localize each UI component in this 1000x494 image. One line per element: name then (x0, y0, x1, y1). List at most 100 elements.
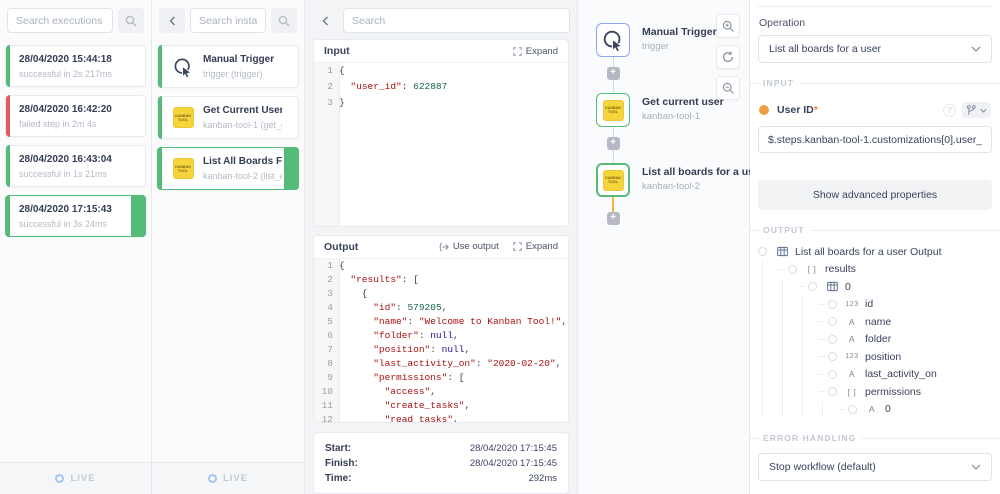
output-tree-node[interactable]: 123 position (758, 348, 1000, 366)
selected-indicator (131, 195, 146, 237)
execution-timestamp: 28/04/2020 17:15:43 (19, 204, 127, 215)
required-field-dot-icon (759, 105, 769, 115)
user-id-input[interactable] (758, 126, 992, 153)
line-number: 1 (314, 63, 339, 79)
tree-node-radio[interactable] (758, 247, 767, 256)
expand-output-button[interactable]: Expand (513, 241, 558, 252)
execution-card[interactable]: 28/04/2020 15:44:18 successful in 2s 217… (5, 45, 146, 87)
node-subtitle: trigger (642, 41, 752, 52)
string-type-icon: A (849, 369, 855, 379)
tree-node-radio[interactable] (848, 405, 857, 414)
tree-node-label: permissions (865, 386, 921, 398)
execution-card[interactable]: 28/04/2020 17:15:43 successful in 3s 24m… (5, 195, 146, 237)
node-subtitle: kanban-tool-1 (642, 111, 752, 122)
tree-node-radio[interactable] (828, 370, 837, 379)
use-output-button[interactable]: Use output (438, 241, 499, 252)
output-code-editor[interactable]: 1 { 2 "results": [ 3 { 4 "id": 579205, 5… (314, 259, 568, 423)
chevron-down-icon (980, 108, 987, 113)
user-id-field-row: User ID* ? (759, 102, 991, 118)
execution-status-text: successful in 3s 24ms (19, 219, 127, 229)
instance-step-card[interactable]: Manual Trigger trigger (trigger) (157, 45, 299, 88)
back-button[interactable] (312, 8, 338, 33)
node-subtitle: kanban-tool-2 (642, 181, 752, 192)
line-number: 8 (314, 357, 339, 371)
code-line: 8 "last_activity_on": "2020-02-20", (314, 357, 568, 371)
tree-node-radio[interactable] (828, 300, 837, 309)
execution-card[interactable]: 28/04/2020 16:42:20 failed step in 2m 4s (5, 95, 146, 137)
code-line: 11 "create_tasks", (314, 399, 568, 413)
output-tree-node[interactable]: A last_activity_on (758, 366, 1000, 384)
number-type-icon: 123 (845, 353, 858, 360)
output-tree-node[interactable]: 123 id (758, 296, 1000, 314)
line-number: 12 (314, 413, 339, 423)
tree-node-radio[interactable] (788, 265, 797, 274)
chevron-down-icon (971, 46, 981, 52)
line-number: 5 (314, 315, 339, 329)
tree-node-radio[interactable] (808, 282, 817, 291)
chevron-left-icon (169, 16, 176, 26)
output-tree-node[interactable]: A 0 (758, 401, 1000, 419)
node-title: Get current user (642, 96, 752, 108)
instance-step-card[interactable]: KANBAN TOOL Get Current User kanban-tool… (157, 96, 299, 139)
help-icon[interactable]: ? (943, 104, 956, 117)
output-tree-node[interactable]: [ ] permissions (758, 383, 1000, 401)
instance-step-card[interactable]: KANBAN TOOL List All Boards For A ... ka… (157, 147, 299, 190)
line-number: 2 (314, 79, 339, 95)
output-tree-node[interactable]: [ ] results (758, 261, 1000, 279)
tree-node-radio[interactable] (828, 387, 837, 396)
back-button[interactable] (159, 8, 185, 33)
step-subtitle: trigger (trigger) (203, 69, 274, 79)
tree-node-label: List all boards for a user Output (795, 246, 942, 258)
output-tree-node[interactable]: 0 (758, 278, 1000, 296)
workflow-node[interactable]: KANBAN TOOL (596, 163, 630, 197)
search-executions-input[interactable] (7, 8, 113, 33)
array-type-icon: [ ] (808, 264, 817, 274)
connector-line (613, 150, 614, 163)
execution-card[interactable]: 28/04/2020 16:43:04 successful in 1s 21m… (5, 145, 146, 187)
workflow-node[interactable]: KANBAN TOOL (596, 93, 630, 127)
add-step-button[interactable]: + (607, 137, 620, 150)
tree-node-radio[interactable] (828, 317, 837, 326)
search-executions-button[interactable] (118, 8, 144, 33)
manual-trigger-icon (601, 28, 625, 52)
output-tree-node[interactable]: A name (758, 313, 1000, 331)
node-title: Manual Trigger (642, 26, 752, 38)
tree-node-radio[interactable] (828, 352, 837, 361)
chevron-left-icon (322, 16, 329, 26)
zoom-out-icon (722, 82, 735, 95)
search-instance-button[interactable] (271, 8, 297, 33)
workflow-node[interactable] (596, 23, 630, 57)
line-number: 9 (314, 371, 339, 385)
tree-node-label: last_activity_on (865, 368, 937, 380)
tree-node-label: name (865, 316, 891, 328)
refresh-icon (722, 51, 734, 63)
line-number: 7 (314, 343, 339, 357)
line-number: 10 (314, 385, 339, 399)
detail-search-input[interactable] (343, 8, 570, 33)
operation-select[interactable]: List all boards for a user (758, 35, 992, 63)
output-tree-node[interactable]: List all boards for a user Output (758, 243, 1000, 261)
workflow-diagram: Manual Trigger trigger + KANBAN TOOL Get… (578, 0, 750, 494)
add-step-button[interactable]: + (607, 67, 620, 80)
input-code-editor[interactable]: 1 { 2 "user_id": 622887 3 } (314, 63, 568, 226)
search-icon (278, 15, 290, 27)
connector-line (613, 127, 614, 137)
tree-node-radio[interactable] (828, 335, 837, 344)
error-handling-section-header: ERROR HANDLING (750, 433, 1000, 443)
show-advanced-properties-button[interactable]: Show advanced properties (758, 180, 992, 210)
output-tree-node[interactable]: A folder (758, 331, 1000, 349)
line-number: 4 (314, 301, 339, 315)
executions-list: 28/04/2020 15:44:18 successful in 2s 217… (0, 39, 151, 462)
manual-trigger-icon (172, 56, 194, 78)
tree-node-label: folder (865, 333, 891, 345)
live-label: LIVE (223, 473, 248, 484)
live-toggle-instance[interactable]: LIVE (152, 462, 304, 494)
error-handling-select[interactable]: Stop workflow (default) (758, 453, 992, 481)
add-step-button[interactable]: + (607, 212, 620, 225)
live-indicator-icon (55, 474, 64, 483)
live-toggle-executions[interactable]: LIVE (0, 462, 151, 494)
mapping-mode-button[interactable] (962, 102, 991, 118)
expand-input-button[interactable]: Expand (513, 46, 558, 57)
code-line: 10 "access", (314, 385, 568, 399)
search-instance-input[interactable] (190, 8, 266, 33)
